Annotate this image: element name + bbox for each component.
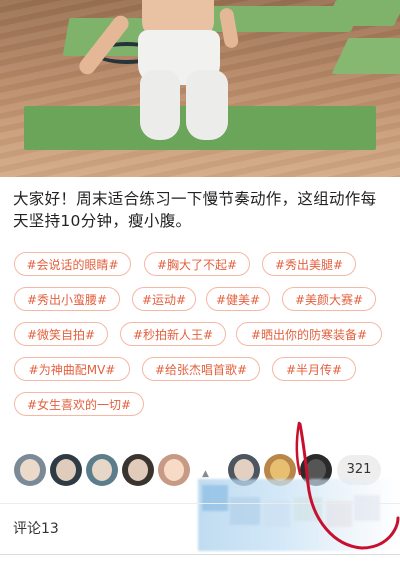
mosaic-block (354, 495, 380, 521)
topic-tag[interactable]: #健美# (206, 287, 270, 311)
mosaic-block (326, 501, 352, 527)
post-caption: 大家好！周末适合练习一下慢节奏动作，这组动作每天坚持10分钟，瘦小腹。 (13, 190, 377, 230)
mosaic-block (202, 485, 228, 511)
topic-tags: #会说话的眼睛# #胸大了不起# #秀出美腿# #秀出小蛮腰# #运动# #健美… (14, 252, 394, 427)
avatar-face (56, 459, 76, 481)
divider (0, 503, 400, 504)
avatar-face (128, 459, 148, 481)
mosaic-block (230, 497, 260, 525)
topic-tag[interactable]: #美颜大赛# (282, 287, 376, 311)
tag-row: #微笑自拍# #秒拍新人王# #晒出你的防寒装备# (14, 322, 394, 357)
avatar[interactable] (158, 454, 190, 486)
comments-tab[interactable]: 评论13 (13, 518, 59, 538)
topic-tag[interactable]: #胸大了不起# (144, 252, 250, 276)
post-photo[interactable] (0, 0, 400, 177)
avatar[interactable] (122, 454, 154, 486)
avatar-face (234, 459, 254, 481)
avatar[interactable] (50, 454, 82, 486)
topic-tag[interactable]: #晒出你的防寒装备# (236, 322, 382, 346)
topic-tag[interactable]: #半月传# (272, 357, 356, 381)
tag-row: #会说话的眼睛# #胸大了不起# #秀出美腿# (14, 252, 394, 287)
topic-tag[interactable]: #微笑自拍# (14, 322, 108, 346)
tag-row: #女生喜欢的一切# (14, 392, 394, 427)
avatar-face (92, 459, 112, 481)
topic-tag[interactable]: #秀出小蛮腰# (14, 287, 120, 311)
topic-tag[interactable]: #秀出美腿# (262, 252, 356, 276)
person-leg (186, 70, 228, 140)
caret-up-icon: ▲ (202, 469, 209, 479)
tag-row: #秀出小蛮腰# #运动# #健美# #美颜大赛# (14, 287, 394, 322)
topic-tag[interactable]: #秒拍新人王# (120, 322, 226, 346)
avatar[interactable] (86, 454, 118, 486)
avatar-face (270, 459, 290, 481)
person-leg (140, 70, 180, 140)
avatar-face (306, 459, 326, 481)
topic-tag[interactable]: #给张杰唱首歌# (142, 357, 260, 381)
avatar[interactable] (14, 454, 46, 486)
tag-row: #为神曲配MV# #给张杰唱首歌# #半月传# (14, 357, 394, 392)
divider (0, 554, 400, 555)
topic-tag[interactable]: #运动# (132, 287, 196, 311)
mosaic-block (294, 497, 322, 521)
mosaic-blur-overlay (198, 479, 400, 551)
topic-tag[interactable]: #会说话的眼睛# (14, 252, 131, 276)
mosaic-block (264, 501, 290, 527)
topic-tag[interactable]: #为神曲配MV# (14, 357, 130, 381)
avatar-face (20, 459, 40, 481)
yoga-mat (323, 0, 400, 26)
avatar-face (164, 459, 184, 481)
topic-tag[interactable]: #女生喜欢的一切# (14, 392, 144, 416)
